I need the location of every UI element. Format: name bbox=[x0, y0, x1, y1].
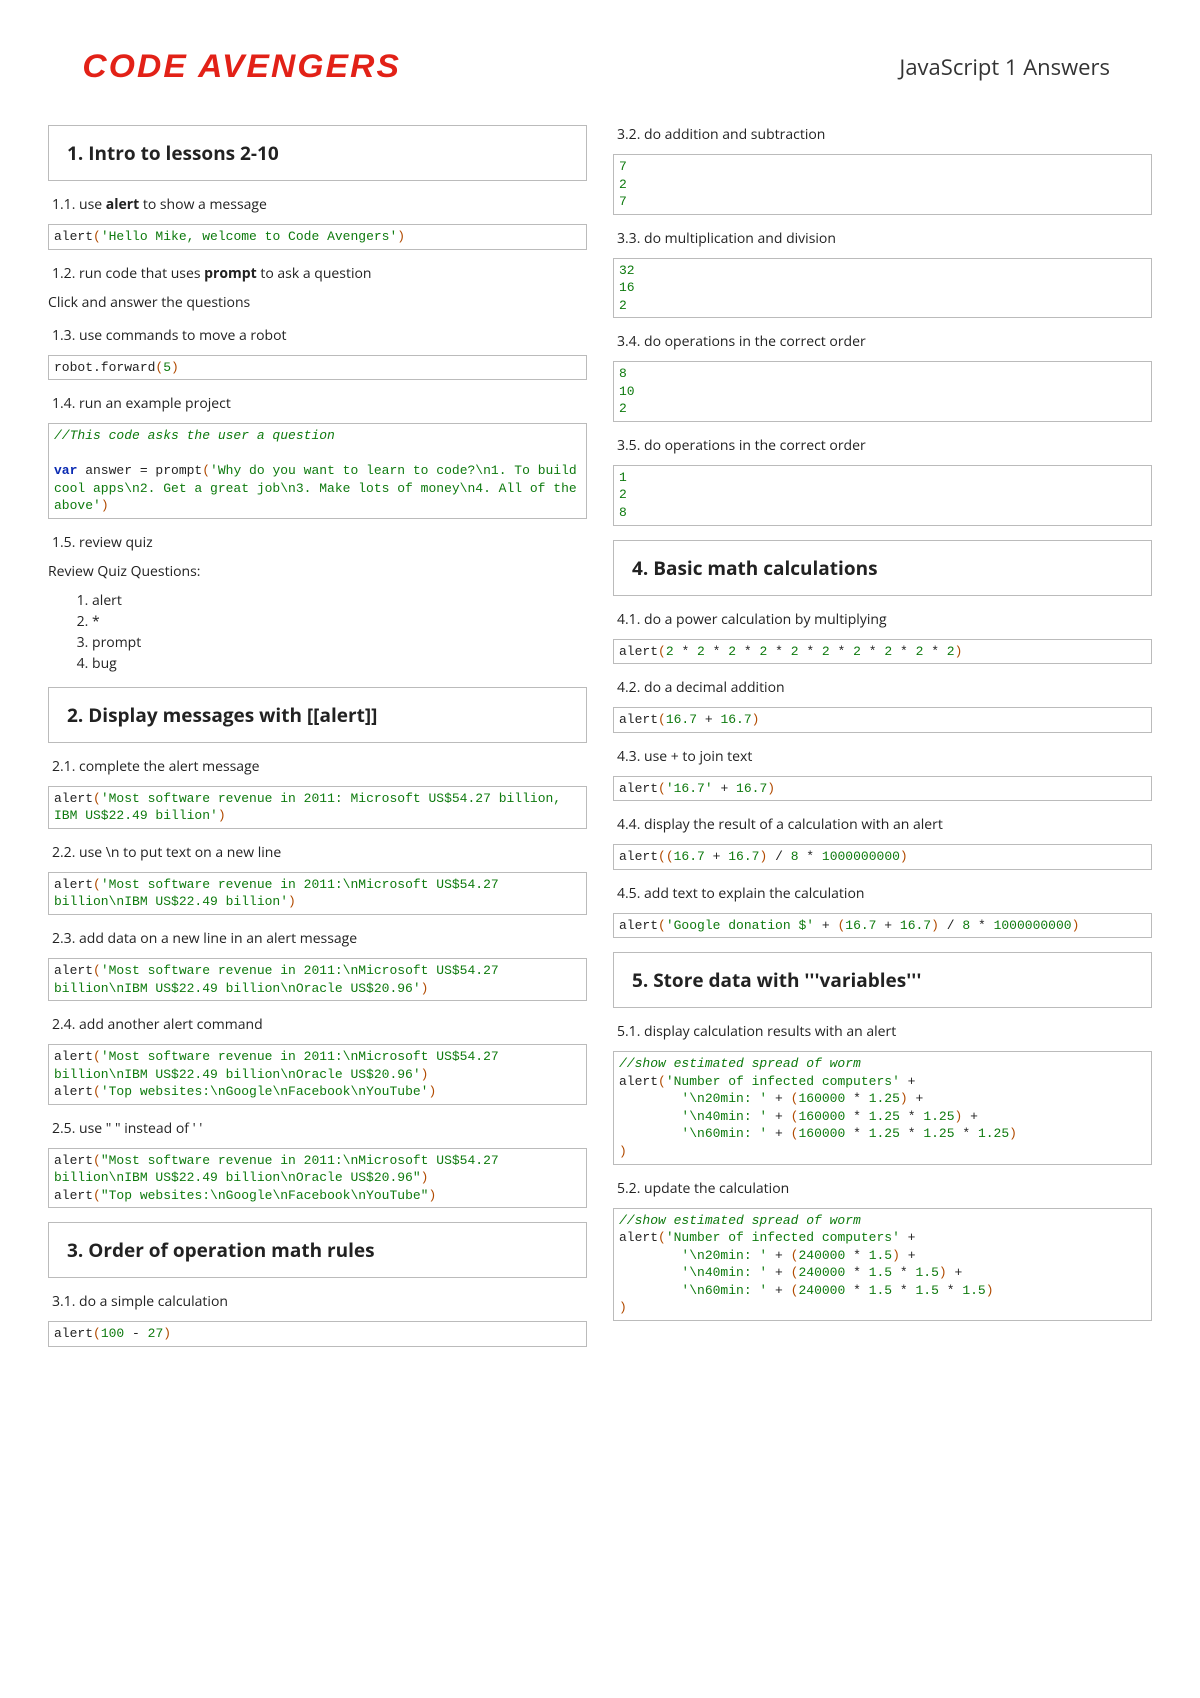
subsection-label: 1.1. use alert to show a message bbox=[52, 195, 587, 214]
subsection-label: 5.2. update the calculation bbox=[617, 1179, 1152, 1198]
code-block: robot.forward(5) bbox=[48, 355, 587, 381]
subsection-label: 4.1. do a power calculation by multiplyi… bbox=[617, 610, 1152, 629]
section-heading: 4. Basic math calculations bbox=[613, 540, 1152, 596]
subsection-label: 4.5. add text to explain the calculation bbox=[617, 884, 1152, 903]
page-header: CODE AVENGERS JavaScript 1 Answers bbox=[50, 48, 1150, 85]
code-block: 32 16 2 bbox=[613, 258, 1152, 319]
plain-text: Review Quiz Questions: bbox=[48, 562, 587, 581]
subsection-label: 2.1. complete the alert message bbox=[52, 757, 587, 776]
content-columns: 1. Intro to lessons 2-10 1.1. use alert t… bbox=[48, 125, 1152, 1348]
quiz-list-item: alert bbox=[92, 591, 587, 610]
code-block: //show estimated spread of worm alert('N… bbox=[613, 1051, 1152, 1164]
code-block: alert((16.7 + 16.7) / 8 * 1000000000) bbox=[613, 844, 1152, 870]
code-block: alert('Hello Mike, welcome to Code Aveng… bbox=[48, 224, 587, 250]
subsection-label: 3.3. do multiplication and division bbox=[617, 229, 1152, 248]
code-block: alert(2 * 2 * 2 * 2 * 2 * 2 * 2 * 2 * 2 … bbox=[613, 639, 1152, 665]
subsection-label: 3.1. do a simple calculation bbox=[52, 1292, 587, 1311]
subsection-label: 3.5. do operations in the correct order bbox=[617, 436, 1152, 455]
subsection-label: 2.2. use \n to put text on a new line bbox=[52, 843, 587, 862]
subsection-label: 4.4. display the result of a calculation… bbox=[617, 815, 1152, 834]
code-block: alert('Google donation $' + (16.7 + 16.7… bbox=[613, 913, 1152, 939]
quiz-list-item: prompt bbox=[92, 633, 587, 652]
subsection-label: 5.1. display calculation results with an… bbox=[617, 1022, 1152, 1041]
subsection-label: 3.4. do operations in the correct order bbox=[617, 332, 1152, 351]
code-block: 1 2 8 bbox=[613, 465, 1152, 526]
subsection-label: 1.3. use commands to move a robot bbox=[52, 326, 587, 345]
code-block: //show estimated spread of worm alert('N… bbox=[613, 1208, 1152, 1321]
section-heading: 1. Intro to lessons 2-10 bbox=[48, 125, 587, 181]
code-block: 7 2 7 bbox=[613, 154, 1152, 215]
brand-logo: CODE AVENGERS bbox=[82, 48, 401, 85]
code-block: alert(16.7 + 16.7) bbox=[613, 707, 1152, 733]
subsection-label: 1.2. run code that uses prompt to ask a … bbox=[52, 264, 587, 283]
code-block: alert('Most software revenue in 2011:\nM… bbox=[48, 1044, 587, 1105]
section-heading: 3. Order of operation math rules bbox=[48, 1222, 587, 1278]
quiz-list-item: * bbox=[92, 612, 587, 631]
subsection-label: 4.2. do a decimal addition bbox=[617, 678, 1152, 697]
code-block: alert('16.7' + 16.7) bbox=[613, 776, 1152, 802]
section-heading: 5. Store data with '''variables''' bbox=[613, 952, 1152, 1008]
code-block: alert(100 - 27) bbox=[48, 1321, 587, 1347]
subsection-label: 2.3. add data on a new line in an alert … bbox=[52, 929, 587, 948]
section-heading: 2. Display messages with [[alert]] bbox=[48, 687, 587, 743]
quiz-list-item: bug bbox=[92, 654, 587, 673]
subsection-label: 2.5. use " " instead of ' ' bbox=[52, 1119, 587, 1138]
plain-text: Click and answer the questions bbox=[48, 293, 587, 312]
code-block: alert('Most software revenue in 2011: Mi… bbox=[48, 786, 587, 829]
code-block: 8 10 2 bbox=[613, 361, 1152, 422]
code-block: alert("Most software revenue in 2011:\nM… bbox=[48, 1148, 587, 1209]
subsection-label: 1.4. run an example project bbox=[52, 394, 587, 413]
code-block: alert('Most software revenue in 2011:\nM… bbox=[48, 958, 587, 1001]
subsection-label: 4.3. use + to join text bbox=[617, 747, 1152, 766]
subsection-label: 2.4. add another alert command bbox=[52, 1015, 587, 1034]
page-title: JavaScript 1 Answers bbox=[899, 52, 1110, 82]
code-block: alert('Most software revenue in 2011:\nM… bbox=[48, 872, 587, 915]
subsection-label: 1.5. review quiz bbox=[52, 533, 587, 552]
subsection-label: 3.2. do addition and subtraction bbox=[617, 125, 1152, 144]
quiz-list: alert * prompt bug bbox=[92, 591, 587, 673]
code-block: //This code asks the user a question var… bbox=[48, 423, 587, 519]
